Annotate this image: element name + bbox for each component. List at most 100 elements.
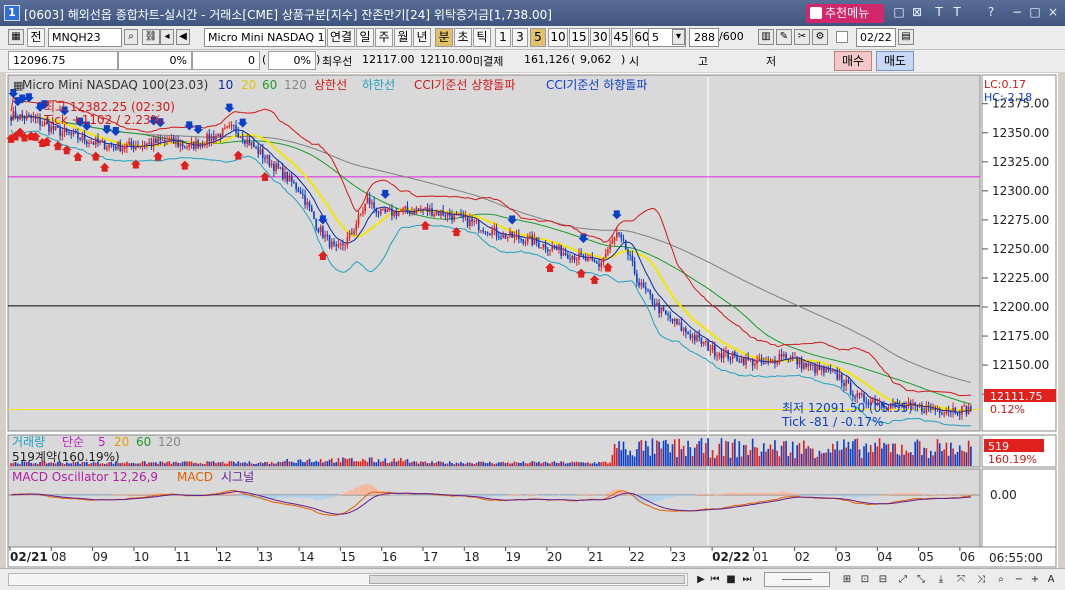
volume-bar: [627, 455, 629, 466]
volume-bar: [148, 462, 150, 466]
compress-icon[interactable]: ⤓: [934, 572, 948, 587]
count-input[interactable]: 288: [689, 28, 719, 47]
pencil-icon[interactable]: ✎: [776, 29, 792, 45]
skip-back-icon[interactable]: ⏮: [708, 572, 722, 587]
period-day-button[interactable]: 일: [356, 28, 374, 47]
sell-order-button[interactable]: 매도: [876, 51, 914, 71]
macd-osc-bar: [970, 493, 972, 495]
candle-body: [589, 256, 591, 258]
symbol-code-input[interactable]: MNQH23: [48, 28, 122, 47]
font-up-icon[interactable]: T: [932, 5, 946, 19]
calendar-icon[interactable]: ▤: [898, 29, 914, 45]
legend-ma120: 120: [284, 78, 307, 92]
volume-bar: [736, 457, 738, 466]
close-icon[interactable]: ×: [1046, 5, 1060, 19]
candle-body: [932, 408, 934, 410]
volume-bar: [513, 461, 516, 466]
volume-bar: [440, 461, 442, 466]
volume-bar: [967, 440, 970, 466]
interval-15-button[interactable]: 15: [569, 28, 589, 47]
range-icon[interactable]: ⤨: [974, 572, 988, 587]
grid-icon[interactable]: ▦: [8, 29, 24, 45]
candle-body: [685, 328, 687, 333]
window-link-icon[interactable]: ⊠: [910, 5, 924, 19]
buy-order-button[interactable]: 매수: [834, 51, 872, 71]
candle-body: [395, 210, 398, 216]
volume-bar: [742, 445, 745, 466]
interval-5-button[interactable]: 5: [530, 28, 546, 47]
font-down-icon[interactable]: T: [950, 5, 964, 19]
scrollbar-thumb[interactable]: [369, 575, 685, 584]
period-year-button[interactable]: 년: [413, 28, 431, 47]
candle-body: [431, 208, 433, 217]
candle-body: [433, 213, 436, 217]
period-minute-button[interactable]: 분: [435, 28, 453, 47]
volume-bar: [571, 461, 574, 466]
scissors-icon[interactable]: ✂: [794, 29, 810, 45]
bars-icon[interactable]: ▥: [758, 29, 774, 45]
expand-icon[interactable]: ⤢: [896, 572, 910, 587]
stop-icon[interactable]: ■: [724, 572, 738, 587]
chart-area[interactable]: 12375.00 12350.00 12325.00 12300.00 12275.00…: [6, 73, 1058, 570]
macd-osc-bar: [898, 492, 901, 495]
period-linked-button[interactable]: 연결: [327, 28, 355, 47]
search-icon[interactable]: ⌕: [124, 29, 138, 45]
window-copy-icon[interactable]: □: [892, 5, 906, 19]
zoom-step-icon[interactable]: ⊟: [876, 572, 890, 587]
macd-osc-bar: [756, 492, 758, 495]
candle-body: [769, 360, 772, 363]
period-tick-button[interactable]: 틱: [473, 28, 491, 47]
interval-45-button[interactable]: 45: [611, 28, 631, 47]
magnifier-icon[interactable]: ⌕: [994, 572, 1008, 587]
zoom-out-icon[interactable]: −: [1012, 572, 1026, 587]
candle-body: [938, 409, 941, 414]
interval-30-button[interactable]: 30: [590, 28, 610, 47]
volume-bar: [633, 456, 636, 466]
macd-osc-bar: [658, 495, 660, 502]
candle-body: [188, 143, 191, 148]
move-icon[interactable]: ⤧: [954, 572, 968, 587]
speaker-icon[interactable]: ◀: [176, 29, 190, 45]
macd-osc-bar: [232, 492, 235, 495]
gear-icon[interactable]: ⚙: [812, 29, 828, 45]
candle-body: [713, 345, 716, 357]
volume-bar: [569, 462, 571, 466]
zoom-box-icon[interactable]: ⊞: [840, 572, 854, 587]
recommend-menu-button[interactable]: 추천메뉴: [806, 4, 884, 23]
chain-icon[interactable]: ⛓: [142, 29, 160, 45]
x-axis-label: 02/21: [10, 550, 48, 564]
chart-scrollbar[interactable]: [8, 573, 688, 586]
shrink-icon[interactable]: ⤡: [914, 572, 928, 587]
interval-1-button[interactable]: 1: [495, 28, 511, 47]
interval-10-button[interactable]: 10: [548, 28, 568, 47]
maximize-icon[interactable]: □: [1028, 5, 1042, 19]
date-input[interactable]: 02/22: [856, 28, 896, 47]
volume-bar: [660, 448, 663, 466]
minimize-icon[interactable]: −: [1010, 5, 1024, 19]
period-month-button[interactable]: 월: [394, 28, 412, 47]
skip-forward-icon[interactable]: ⏭: [740, 572, 754, 587]
font-icon[interactable]: A: [1044, 572, 1058, 587]
chart-svg[interactable]: 12375.0012350.0012325.0012300.0012275.00…: [6, 73, 1058, 570]
macd-osc-bar: [929, 494, 932, 496]
rewind-icon[interactable]: ◂: [160, 29, 174, 45]
period-week-button[interactable]: 주: [375, 28, 393, 47]
volume-bar: [589, 463, 591, 466]
volume-bar: [954, 454, 957, 466]
candle-body: [293, 181, 295, 183]
candle-body: [852, 394, 854, 397]
period-second-button[interactable]: 초: [454, 28, 472, 47]
prefix-button[interactable]: 전: [27, 28, 45, 47]
x-axis-label: 14: [299, 550, 314, 564]
candle-body: [290, 175, 293, 182]
interval-3-button[interactable]: 3: [512, 28, 528, 47]
date-checkbox[interactable]: [836, 31, 848, 43]
chevron-down-icon[interactable]: ▾: [672, 29, 685, 45]
zoom-in-icon[interactable]: +: [1028, 572, 1042, 587]
zoom-fit-icon[interactable]: ⊡: [858, 572, 872, 587]
play-icon[interactable]: ▶: [694, 572, 708, 587]
volume-bar: [604, 461, 607, 466]
help-icon[interactable]: ?: [984, 5, 998, 19]
speed-slider[interactable]: ┄┄┄┄┄: [764, 572, 830, 587]
candle-body: [146, 143, 148, 147]
